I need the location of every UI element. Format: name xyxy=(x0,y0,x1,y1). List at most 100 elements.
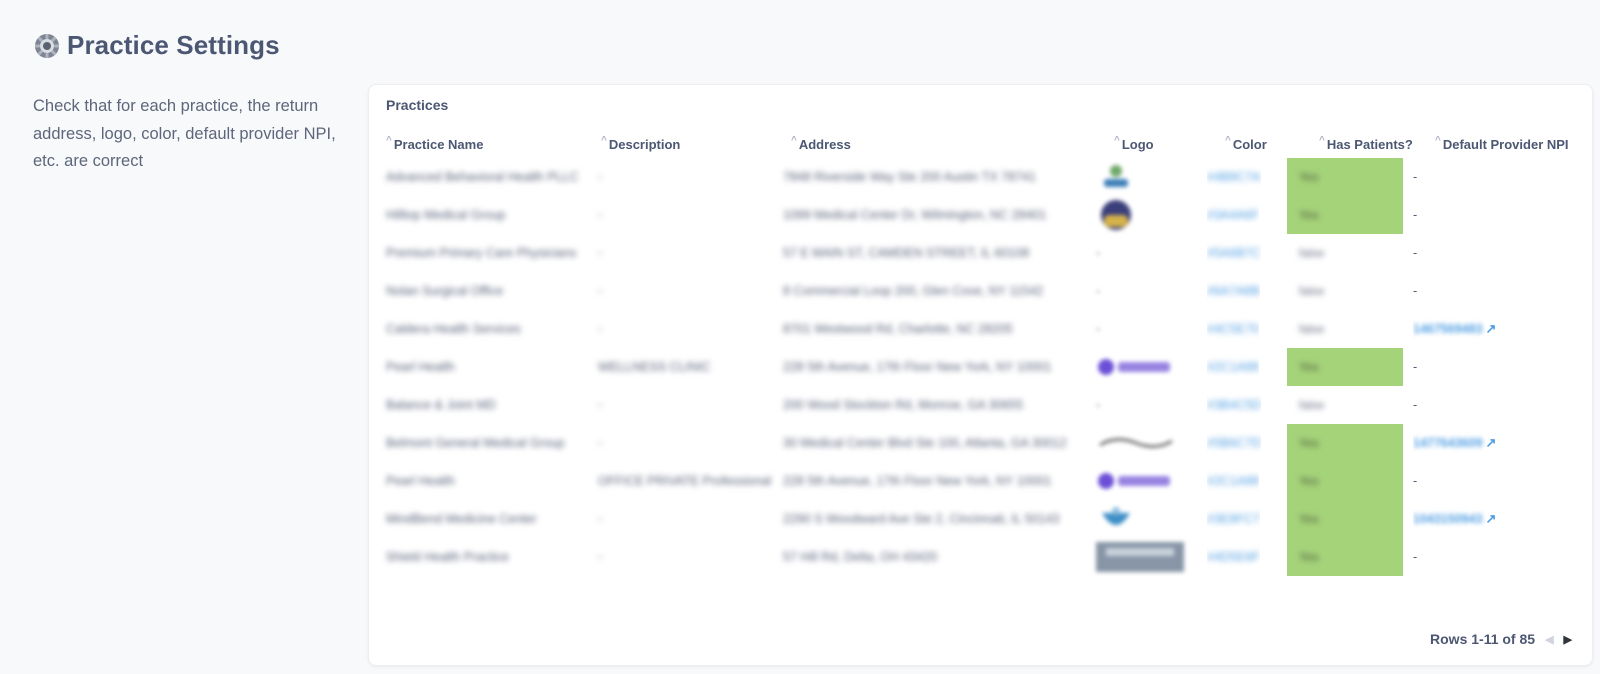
logo-cell xyxy=(1096,348,1176,386)
default-provider-npi-cell: 1477643609 ↗ xyxy=(1413,424,1496,462)
caret-up-icon: ^ xyxy=(1114,135,1120,146)
table-row: Pearl Health OFFICE PRIVATE Professional 2… xyxy=(369,462,1592,500)
description-cell: - xyxy=(598,512,603,526)
npi-value: 1043150943 xyxy=(1413,512,1483,526)
npi-link[interactable]: 1477643609 ↗ xyxy=(1413,435,1496,451)
default-provider-npi-cell: - xyxy=(1413,208,1418,222)
color-link[interactable]: #3B4C5D xyxy=(1207,398,1261,412)
has-patients-cell: Yes xyxy=(1287,158,1403,196)
address-cell: 200 Wood Stockton Rd, Monroe, GA 30655 xyxy=(783,398,1024,412)
has-patients-cell: false xyxy=(1287,310,1403,348)
has-patients-value: false xyxy=(1299,398,1325,412)
has-patients-value: false xyxy=(1299,284,1325,298)
logo-cell: - xyxy=(1096,322,1101,336)
default-provider-npi-cell: 1043150943 ↗ xyxy=(1413,500,1496,538)
address-cell: 1099 Medical Center Dr, Wilmington, NC 2… xyxy=(783,208,1047,222)
table-row: Caldera Health Services - 8701 Westwood Rd… xyxy=(369,310,1592,348)
logo-cell: - xyxy=(1096,284,1101,298)
color-cell[interactable]: #3A4A6F xyxy=(1207,196,1259,234)
has-patients-value: Yes xyxy=(1299,170,1319,184)
color-link[interactable]: #5A6B7C xyxy=(1207,246,1261,260)
practice-logo-image xyxy=(1104,165,1128,187)
has-patients-cell: Yes xyxy=(1287,500,1403,538)
pagination: Rows 1-11 of 85 ◀ ▶ xyxy=(1430,631,1572,647)
column-header-address[interactable]: ^ Address xyxy=(791,136,851,153)
page-description: Check that for each practice, the return… xyxy=(33,97,336,170)
has-patients-value: false xyxy=(1299,246,1325,260)
color-link[interactable]: #2C1A88 xyxy=(1207,360,1259,374)
color-link[interactable]: #4C5E70 xyxy=(1207,322,1259,336)
logo-cell xyxy=(1096,538,1184,576)
color-link[interactable]: #2C1A88 xyxy=(1207,474,1259,488)
color-link[interactable]: #4D5E6F xyxy=(1207,550,1260,564)
row-count: Rows 1-11 of 85 xyxy=(1430,631,1536,647)
address-cell: 8 Commercial Loop 200, Glen Cove, NY 115… xyxy=(783,284,1044,298)
color-cell[interactable]: #5A6B7C xyxy=(1207,234,1261,272)
color-link[interactable]: #4B8C7A xyxy=(1207,170,1261,184)
has-patients-value: Yes xyxy=(1299,360,1319,374)
color-link[interactable]: #3E8FC7 xyxy=(1207,512,1260,526)
description-cell: - xyxy=(598,322,603,336)
external-link-icon: ↗ xyxy=(1485,511,1497,526)
table-row: Nolan Surgical Office - 8 Commercial Loop … xyxy=(369,272,1592,310)
npi-link[interactable]: 1043150943 ↗ xyxy=(1413,511,1496,527)
logo-cell xyxy=(1096,158,1136,196)
default-provider-npi-cell: - xyxy=(1413,474,1418,488)
logo-cell: - xyxy=(1096,246,1101,260)
default-provider-npi-cell: 1467569483 ↗ xyxy=(1413,310,1496,348)
practice-name-cell: MindBend Medicine Center xyxy=(386,512,537,526)
color-cell[interactable]: #4B8C7A xyxy=(1207,158,1261,196)
practice-logo-image xyxy=(1098,359,1170,375)
color-cell[interactable]: #6A7A8B xyxy=(1207,272,1260,310)
table-row: Shield Health Practice - 57 Hill Rd, Delta… xyxy=(369,538,1592,576)
logo-cell xyxy=(1096,500,1136,538)
column-header-practice-name[interactable]: ^ Practice Name xyxy=(386,135,483,153)
color-cell[interactable]: #4C5E70 xyxy=(1207,310,1259,348)
practice-logo-image xyxy=(1096,542,1184,572)
description-cell: - xyxy=(598,170,603,184)
address-cell: 7848 Riverside Way Ste 200 Austin TX 787… xyxy=(783,170,1036,184)
external-link-icon: ↗ xyxy=(1485,321,1497,336)
gear-icon xyxy=(35,33,59,58)
table-row: Balance & Joint MD - 200 Wood Stockton Rd,… xyxy=(369,386,1592,424)
column-header-logo[interactable]: ^ Logo xyxy=(1114,135,1154,153)
color-link[interactable]: #5B6C7D xyxy=(1207,436,1261,450)
practice-logo-image xyxy=(1102,507,1130,525)
address-cell: 228 5th Avenue, 17th Floor New York, NY … xyxy=(783,360,1052,374)
default-provider-npi-cell: - xyxy=(1413,170,1418,184)
npi-value: 1467569483 xyxy=(1413,322,1483,336)
column-header-has-patients[interactable]: ^ Has Patients? xyxy=(1319,135,1413,153)
caret-up-icon: ^ xyxy=(1319,135,1325,146)
page-title: Practice Settings xyxy=(67,30,280,60)
has-patients-value: Yes xyxy=(1299,550,1319,564)
practice-name-cell: Caldera Health Services xyxy=(386,322,521,336)
has-patients-cell: false xyxy=(1287,234,1403,272)
table-row: MindBend Medicine Center - 2290 S Woodward… xyxy=(369,500,1592,538)
color-cell[interactable]: #2C1A88 xyxy=(1207,462,1259,500)
description-cell: - xyxy=(598,436,603,450)
has-patients-cell: Yes xyxy=(1287,348,1403,386)
color-cell[interactable]: #4D5E6F xyxy=(1207,538,1260,576)
practice-name-cell: Belmont General Medical Group xyxy=(386,436,565,450)
column-header-color[interactable]: ^ Color xyxy=(1225,136,1267,153)
npi-link[interactable]: 1467569483 ↗ xyxy=(1413,321,1496,337)
address-cell: 57 E MAIN ST, CAMDEN STREET, IL 60108 xyxy=(783,246,1030,260)
logo-cell xyxy=(1096,424,1176,462)
address-cell: 8701 Westwood Rd, Charlotte, NC 28205 xyxy=(783,322,1013,336)
practice-logo-image xyxy=(1101,200,1131,230)
caret-up-icon: ^ xyxy=(386,135,392,146)
color-cell[interactable]: #3E8FC7 xyxy=(1207,500,1260,538)
color-link[interactable]: #3A4A6F xyxy=(1207,208,1259,222)
arrow-left-icon[interactable]: ◀ xyxy=(1545,633,1553,646)
color-cell[interactable]: #3B4C5D xyxy=(1207,386,1261,424)
color-cell[interactable]: #2C1A88 xyxy=(1207,348,1259,386)
column-header-default-provider-npi[interactable]: ^ Default Provider NPI xyxy=(1435,136,1569,153)
practice-name-cell: Pearl Health xyxy=(386,474,455,488)
color-cell[interactable]: #5B6C7D xyxy=(1207,424,1261,462)
column-header-description[interactable]: ^ Description xyxy=(601,136,680,153)
color-link[interactable]: #6A7A8B xyxy=(1207,284,1260,298)
arrow-right-icon[interactable]: ▶ xyxy=(1564,633,1572,646)
default-provider-npi-cell: - xyxy=(1413,246,1418,260)
address-cell: 57 Hill Rd, Delta, OH 43420 xyxy=(783,550,938,564)
default-provider-npi-cell: - xyxy=(1413,550,1418,564)
